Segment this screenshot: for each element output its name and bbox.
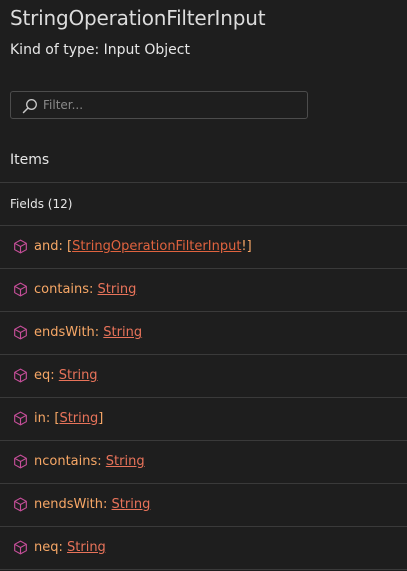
field-row-in[interactable]: in: [String] [0, 398, 407, 441]
field-signature: endsWith: String [34, 325, 142, 340]
field-signature: eq: String [34, 368, 98, 383]
field-name: endsWith [34, 325, 95, 340]
cube-icon [14, 497, 27, 512]
field-signature: neq: String [34, 540, 106, 555]
field-type-link[interactable]: String [112, 497, 151, 512]
cube-icon [14, 411, 27, 426]
field-signature: ncontains: String [34, 454, 145, 469]
field-name: neq [34, 540, 59, 555]
type-detail-panel: StringOperationFilterInput Kind of type:… [0, 0, 407, 571]
field-prefix: : [58, 540, 68, 555]
cube-icon [14, 282, 27, 297]
search-icon [22, 99, 37, 114]
field-row-ncontains[interactable]: ncontains: String [0, 441, 407, 484]
page-title: StringOperationFilterInput [10, 6, 266, 30]
field-name: and [34, 239, 59, 254]
field-suffix: !] [241, 239, 252, 254]
cube-icon [14, 325, 27, 340]
fields-label: Fields (12) [10, 197, 73, 211]
field-type-link[interactable]: String [59, 368, 98, 383]
field-signature: and: [StringOperationFilterInput!] [34, 239, 252, 254]
field-row-and[interactable]: and: [StringOperationFilterInput!] [0, 226, 407, 269]
cube-icon [14, 239, 27, 254]
field-row-contains[interactable]: contains: String [0, 269, 407, 312]
items-section-header[interactable]: Items [0, 140, 407, 183]
field-row-eq[interactable]: eq: String [0, 355, 407, 398]
field-prefix: : [97, 454, 106, 469]
filter-box[interactable] [10, 91, 308, 119]
field-list: and: [StringOperationFilterInput!] conta… [0, 226, 407, 570]
field-row-endswith[interactable]: endsWith: String [0, 312, 407, 355]
cube-icon [14, 368, 27, 383]
field-signature: nendsWith: String [34, 497, 150, 512]
field-row-neq[interactable]: neq: String [0, 527, 407, 570]
field-prefix: : [103, 497, 112, 512]
cube-icon [14, 540, 27, 555]
field-type-link[interactable]: String [67, 540, 106, 555]
field-prefix: : [50, 368, 59, 383]
field-row-nendswith[interactable]: nendsWith: String [0, 484, 407, 527]
field-prefix: : [ [45, 411, 60, 426]
filter-input[interactable] [43, 94, 293, 116]
items-label: Items [10, 152, 50, 168]
cube-icon [14, 454, 27, 469]
fields-section-header[interactable]: Fields (12) [0, 183, 407, 226]
field-prefix: : [ [58, 239, 73, 254]
field-signature: contains: String [34, 282, 136, 297]
field-name: contains [34, 282, 90, 297]
field-type-link[interactable]: String [98, 282, 137, 297]
field-name: in [34, 411, 46, 426]
field-suffix: ] [98, 411, 104, 426]
field-prefix: : [89, 282, 98, 297]
field-type-link[interactable]: String [59, 411, 98, 426]
field-name: ncontains [34, 454, 98, 469]
type-kind-label: Kind of type: Input Object [10, 42, 190, 58]
field-type-link[interactable]: StringOperationFilterInput [72, 239, 241, 254]
field-type-link[interactable]: String [106, 454, 145, 469]
field-name: nendsWith [34, 497, 104, 512]
field-type-link[interactable]: String [103, 325, 142, 340]
field-name: eq [34, 368, 51, 383]
field-signature: in: [String] [34, 411, 103, 426]
